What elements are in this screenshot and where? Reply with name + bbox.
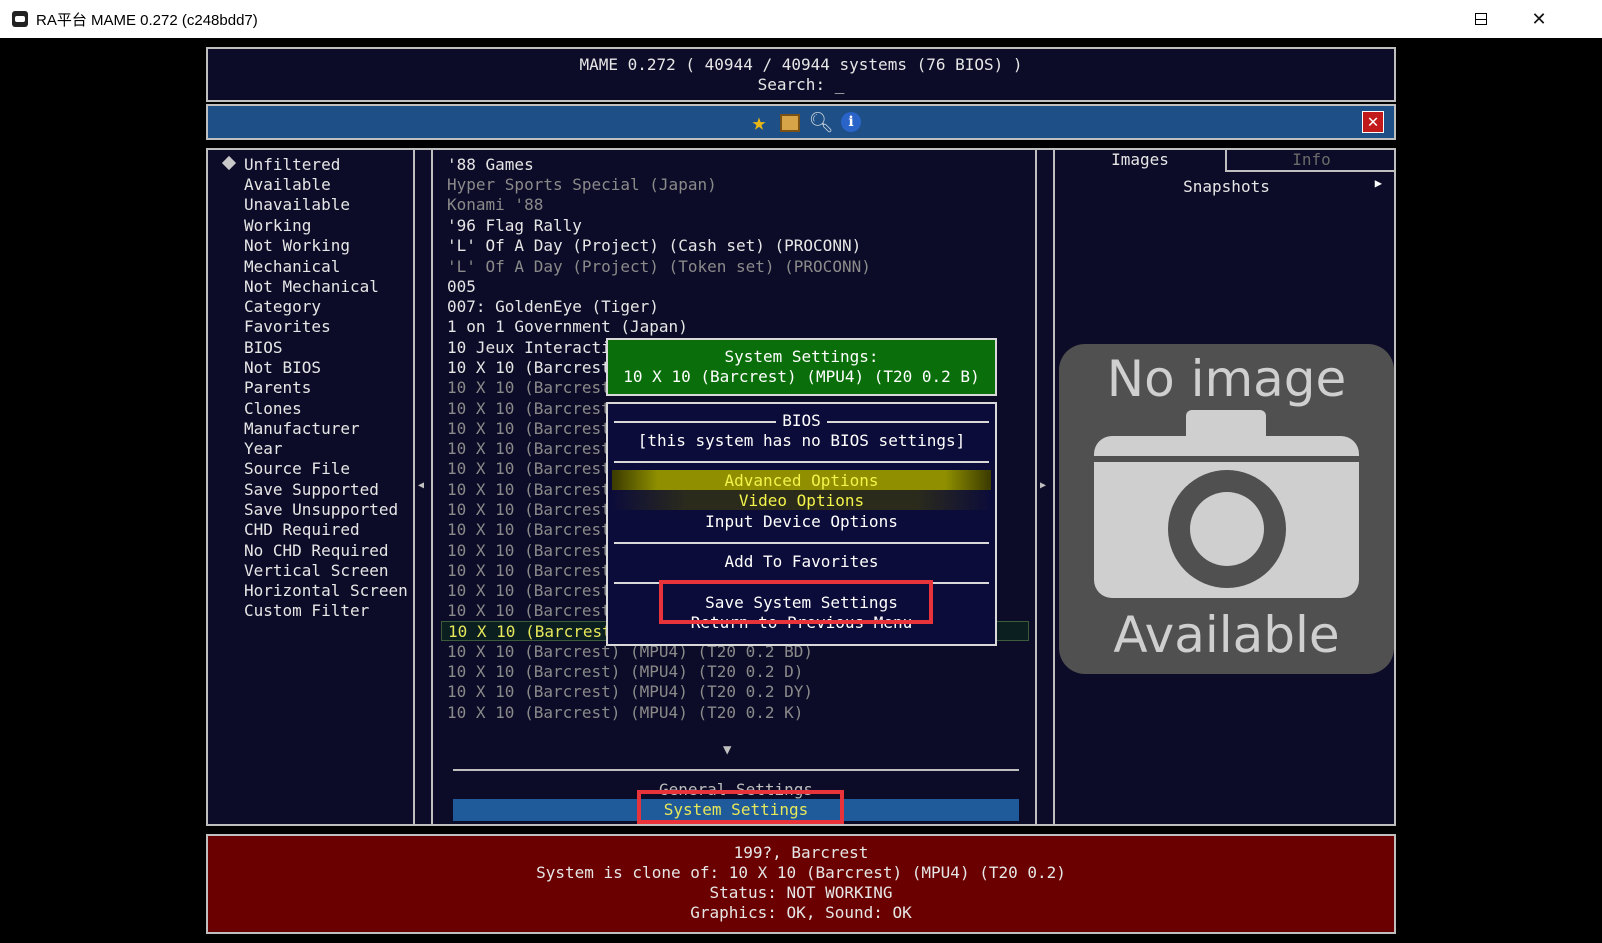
list-item[interactable]: 005 xyxy=(447,277,1023,297)
maximize-icon xyxy=(1475,13,1487,25)
status-emulation: Status: NOT WORKING xyxy=(709,883,893,902)
left-arrow-icon: ◀ xyxy=(418,480,425,491)
input-device-options-item[interactable]: Input Device Options xyxy=(608,512,995,532)
filter-not-bios[interactable]: Not BIOS xyxy=(244,358,321,378)
available-text: Available xyxy=(1113,606,1340,664)
camera-icon xyxy=(1094,410,1359,598)
filter-custom-filter[interactable]: Custom Filter xyxy=(244,601,369,621)
list-item[interactable]: 10 X 10 (Barcrest) (MPU4) (T20 0.2 D) xyxy=(447,662,1023,682)
list-item[interactable]: 1 on 1 Government (Japan) xyxy=(447,317,1023,337)
close-window-button[interactable]: ✕ xyxy=(1510,0,1568,38)
filter-save-supported[interactable]: Save Supported xyxy=(244,480,379,500)
list-item[interactable]: 10 X 10 (Barcrest) (MPU4) (T20 0.2 DY) xyxy=(447,682,1023,702)
filter-panel: Unfiltered Available Unavailable Working… xyxy=(206,148,415,826)
no-image-placeholder: No image Available xyxy=(1059,344,1394,674)
popup-title-line2: 10 X 10 (Barcrest) (MPU4) (T20 0.2 B) xyxy=(623,367,980,386)
popup-title: System Settings: 10 X 10 (Barcrest) (MPU… xyxy=(606,338,997,396)
bios-note: [this system has no BIOS settings] xyxy=(637,431,966,450)
filter-save-unsupported[interactable]: Save Unsupported xyxy=(244,500,398,520)
toolbar-close-icon[interactable]: ✕ xyxy=(1362,111,1384,133)
status-clone-of: System is clone of: 10 X 10 (Barcrest) (… xyxy=(536,863,1066,882)
toolbar: ★ 🔍︎ i ✕ xyxy=(206,104,1396,140)
filter-category[interactable]: Category xyxy=(244,297,321,317)
artwork-panel: Images Info Snapshots ▶ No image Availab… xyxy=(1053,148,1396,826)
filter-clones[interactable]: Clones xyxy=(244,399,302,419)
list-item[interactable]: '88 Games xyxy=(447,155,1023,175)
next-artwork-arrow-icon[interactable]: ▶ xyxy=(1375,176,1382,190)
close-icon: ✕ xyxy=(1531,8,1547,29)
filter-source-file[interactable]: Source File xyxy=(244,459,350,479)
search-field[interactable]: Search: _ xyxy=(208,75,1394,94)
right-panel-collapse-handle[interactable]: ▶ xyxy=(1037,148,1053,826)
filter-no-chd-required[interactable]: No CHD Required xyxy=(244,541,389,561)
star-icon[interactable]: ★ xyxy=(748,110,770,134)
maximize-button[interactable] xyxy=(1452,0,1510,38)
popup-title-line1: System Settings: xyxy=(724,347,879,366)
filter-year[interactable]: Year xyxy=(244,439,283,459)
filter-vertical-screen[interactable]: Vertical Screen xyxy=(244,561,389,581)
filter-unfiltered[interactable]: Unfiltered xyxy=(244,155,340,175)
list-item[interactable]: 'L' Of A Day (Project) (Cash set) (PROCO… xyxy=(447,236,1023,256)
bios-header: BIOS xyxy=(608,411,995,430)
window-titlebar: RA平台 MAME 0.272 (c248bdd7) ✕ xyxy=(0,0,1602,38)
right-arrow-icon: ▶ xyxy=(1040,480,1047,491)
filter-horizontal-screen[interactable]: Horizontal Screen xyxy=(244,581,408,601)
left-panel-collapse-handle[interactable]: ◀ xyxy=(415,148,431,826)
list-item[interactable]: Konami '88 xyxy=(447,195,1023,215)
filter-favorites[interactable]: Favorites xyxy=(244,317,331,337)
system-count-header: MAME 0.272 ( 40944 / 40944 systems (76 B… xyxy=(206,47,1396,102)
snapshots-selector[interactable]: Snapshots xyxy=(1055,177,1398,196)
status-graphics-sound: Graphics: OK, Sound: OK xyxy=(690,903,912,922)
filter-parents[interactable]: Parents xyxy=(244,378,311,398)
filter-not-mechanical[interactable]: Not Mechanical xyxy=(244,277,379,297)
divider xyxy=(614,542,989,544)
filter-unavailable[interactable]: Unavailable xyxy=(244,195,350,215)
magnifier-icon[interactable]: 🔍︎ xyxy=(808,110,833,134)
tab-info[interactable]: Info xyxy=(1225,150,1396,172)
filter-mechanical[interactable]: Mechanical xyxy=(244,257,340,277)
list-item[interactable]: 'L' Of A Day (Project) (Token set) (PROC… xyxy=(447,257,1023,277)
tab-images[interactable]: Images xyxy=(1055,150,1225,172)
list-item[interactable]: 10 X 10 (Barcrest) (MPU4) (T20 0.2 K) xyxy=(447,703,1023,723)
window-title: RA平台 MAME 0.272 (c248bdd7) xyxy=(36,11,258,29)
scroll-down-arrow-icon[interactable]: ▼ xyxy=(723,742,731,758)
selected-filter-bullet-icon xyxy=(221,155,237,171)
system-info-status: 199?, Barcrest System is clone of: 10 X … xyxy=(206,834,1396,934)
divider xyxy=(453,769,1019,771)
no-image-text: No image xyxy=(1106,350,1347,408)
filter-available[interactable]: Available xyxy=(244,175,331,195)
filter-working[interactable]: Working xyxy=(244,216,311,236)
filter-manufacturer[interactable]: Manufacturer xyxy=(244,419,360,439)
status-year-manufacturer: 199?, Barcrest xyxy=(733,843,869,862)
film-icon[interactable] xyxy=(779,111,801,133)
video-options-item[interactable]: Video Options xyxy=(608,491,995,511)
advanced-options-item[interactable]: Advanced Options xyxy=(608,471,995,491)
list-item[interactable]: '96 Flag Rally xyxy=(447,216,1023,236)
filter-not-working[interactable]: Not Working xyxy=(244,236,350,256)
systems-summary: MAME 0.272 ( 40944 / 40944 systems (76 B… xyxy=(579,55,1023,74)
annotation-box-system-settings xyxy=(637,790,844,824)
annotation-box-save xyxy=(659,580,933,624)
retroarch-app-icon xyxy=(12,11,28,27)
divider xyxy=(614,461,989,463)
filter-chd-required[interactable]: CHD Required xyxy=(244,520,360,540)
info-icon[interactable]: i xyxy=(841,112,861,132)
add-to-favorites-item[interactable]: Add To Favorites xyxy=(608,552,995,572)
list-item[interactable]: Hyper Sports Special (Japan) xyxy=(447,175,1023,195)
filter-bios[interactable]: BIOS xyxy=(244,338,283,358)
list-item[interactable]: 007: GoldenEye (Tiger) xyxy=(447,297,1023,317)
